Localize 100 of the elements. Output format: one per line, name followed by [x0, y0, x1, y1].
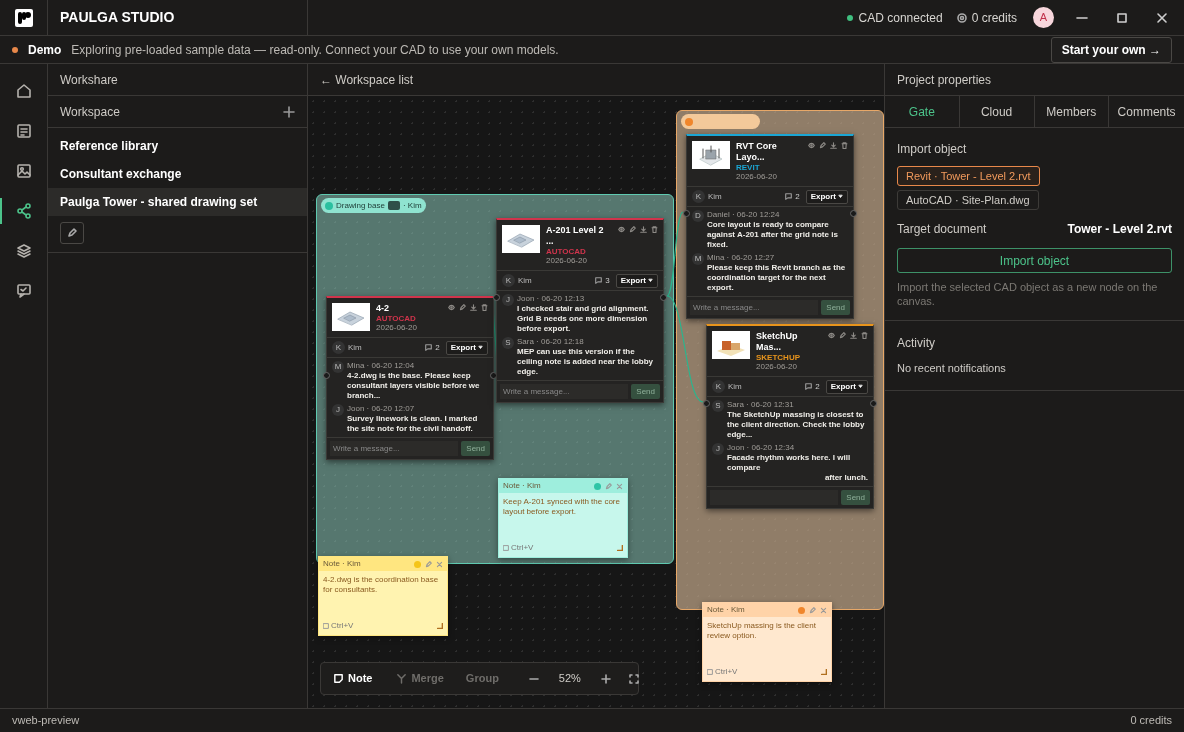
comment-icon: [805, 383, 813, 390]
download-icon[interactable]: [640, 226, 647, 233]
trash-icon[interactable]: [481, 304, 488, 311]
send-button[interactable]: Send: [461, 441, 490, 456]
connection-handle[interactable]: [683, 210, 690, 217]
chat-icon[interactable]: [14, 282, 33, 300]
pencil-icon[interactable]: [629, 226, 636, 233]
caret-icon: [648, 278, 653, 283]
app-title: PAULGA STUDIO: [60, 8, 175, 27]
trash-icon[interactable]: [841, 142, 848, 149]
message-input[interactable]: Write a message...: [500, 384, 629, 399]
download-icon[interactable]: [850, 332, 857, 339]
node-title: 4-2: [376, 303, 390, 314]
owner-avatar: K: [502, 274, 515, 287]
message-meta: Sara · 06-20 12:31: [727, 400, 795, 410]
message-input[interactable]: Write a message...: [330, 441, 459, 456]
download-icon[interactable]: [470, 304, 477, 311]
shortcut-hint: Ctrl+V: [715, 666, 739, 678]
panel-tab[interactable]: Comments: [1109, 96, 1184, 127]
status-text: vweb-preview: [12, 713, 80, 729]
send-button[interactable]: Send: [631, 384, 660, 399]
user-avatar[interactable]: A: [1033, 7, 1054, 28]
note-button[interactable]: Note: [333, 670, 383, 687]
author-avatar: S: [502, 337, 514, 349]
panel-tab[interactable]: Cloud: [959, 96, 1035, 127]
add-icon[interactable]: [283, 105, 295, 118]
eye-icon[interactable]: [828, 332, 835, 339]
comment-icon: [785, 193, 793, 200]
owner-avatar: K: [692, 190, 705, 203]
send-button[interactable]: Send: [841, 490, 870, 505]
author-avatar: S: [712, 400, 724, 412]
export-dropdown[interactable]: Export: [445, 340, 488, 355]
export-dropdown[interactable]: Export: [805, 189, 848, 204]
connection-handle[interactable]: [850, 210, 857, 217]
export-dropdown[interactable]: Export: [615, 273, 658, 288]
eye-icon[interactable]: [448, 304, 455, 311]
status-credits: 0 credits: [1130, 713, 1172, 729]
connection-handle[interactable]: [870, 400, 877, 407]
group-label[interactable]: Drawing base · Kim: [321, 198, 426, 213]
trash-icon[interactable]: [861, 332, 868, 339]
shortcut-hint: Ctrl+V: [511, 542, 535, 554]
workspace-item[interactable]: Reference library: [48, 132, 307, 160]
demo-label: Demo: [28, 41, 62, 59]
export-dropdown[interactable]: Export: [825, 379, 868, 394]
node-title: SketchUp Mas...: [756, 331, 799, 353]
connection-handle[interactable]: [323, 372, 330, 379]
cad-object-option[interactable]: AutoCAD · Site-Plan.dwg: [897, 190, 1039, 210]
import-object-button[interactable]: Import object: [897, 248, 1172, 273]
logo-icon: [14, 8, 33, 27]
image-icon[interactable]: [14, 162, 33, 180]
section-title: Activity: [897, 335, 936, 352]
pencil-icon[interactable]: [839, 332, 846, 339]
caret-icon: [838, 194, 843, 199]
panel-tab[interactable]: Members: [1034, 96, 1110, 127]
panel-title: Project properties: [897, 71, 992, 89]
field-label: Import object: [897, 141, 967, 158]
layers-icon[interactable]: [14, 242, 33, 260]
document-icon[interactable]: [14, 122, 33, 140]
cad-object-option[interactable]: Revit · Tower - Level 2.rvt: [897, 166, 1040, 186]
comment-count: 2: [815, 380, 820, 393]
group-label[interactable]: [681, 114, 760, 129]
start-your-own-button[interactable]: Start your own →: [1050, 36, 1172, 63]
zoom-level: 52%: [557, 671, 582, 687]
resize-handle-icon[interactable]: [437, 623, 443, 629]
back-link[interactable]: ← Workspace list: [320, 70, 414, 89]
edit-button[interactable]: [60, 222, 84, 244]
eye-icon[interactable]: [808, 142, 815, 149]
workspace-item[interactable]: Paulga Tower - shared drawing set: [48, 188, 307, 216]
file-type-label: REVIT: [736, 163, 761, 172]
file-type-label: SKETCHUP: [756, 353, 801, 362]
panel-tab[interactable]: Gate: [885, 96, 960, 127]
resize-handle-icon[interactable]: [617, 545, 623, 551]
owner-name: Kim: [728, 380, 743, 393]
note-header: Note · Kim: [503, 480, 542, 492]
message-input[interactable]: Write a message...: [690, 300, 819, 315]
message-meta: Mina · 06-20 12:04: [347, 361, 416, 371]
connection-handle[interactable]: [660, 294, 667, 301]
download-icon[interactable]: [830, 142, 837, 149]
cad-status-text: CAD connected: [858, 9, 943, 27]
share-icon[interactable]: [14, 202, 33, 220]
merge-icon: [396, 673, 408, 684]
pencil-icon[interactable]: [459, 304, 466, 311]
clipboard-icon: [503, 545, 509, 551]
home-icon[interactable]: [14, 82, 33, 100]
workspace-item[interactable]: Consultant exchange: [48, 160, 307, 188]
resize-handle-icon[interactable]: [821, 669, 827, 675]
connection-handle[interactable]: [703, 400, 710, 407]
pencil-icon: [67, 228, 77, 238]
trash-icon[interactable]: [651, 226, 658, 233]
pencil-icon[interactable]: [819, 142, 826, 149]
connection-handle[interactable]: [493, 294, 500, 301]
message-text: Core layout is ready to compare against A-201 after the grid note is fixed.: [707, 220, 839, 250]
owner-avatar: K: [332, 341, 345, 354]
send-button[interactable]: Send: [821, 300, 850, 315]
demo-message: Exploring pre-loaded sample data — read-only. Connect your CAD to use your own models.: [71, 41, 559, 59]
eye-icon[interactable]: [618, 226, 625, 233]
author-avatar: D: [692, 210, 704, 222]
file-type-label: AUTOCAD: [546, 247, 587, 256]
field-label: Target document: [897, 221, 988, 238]
plus-icon: [600, 673, 611, 684]
